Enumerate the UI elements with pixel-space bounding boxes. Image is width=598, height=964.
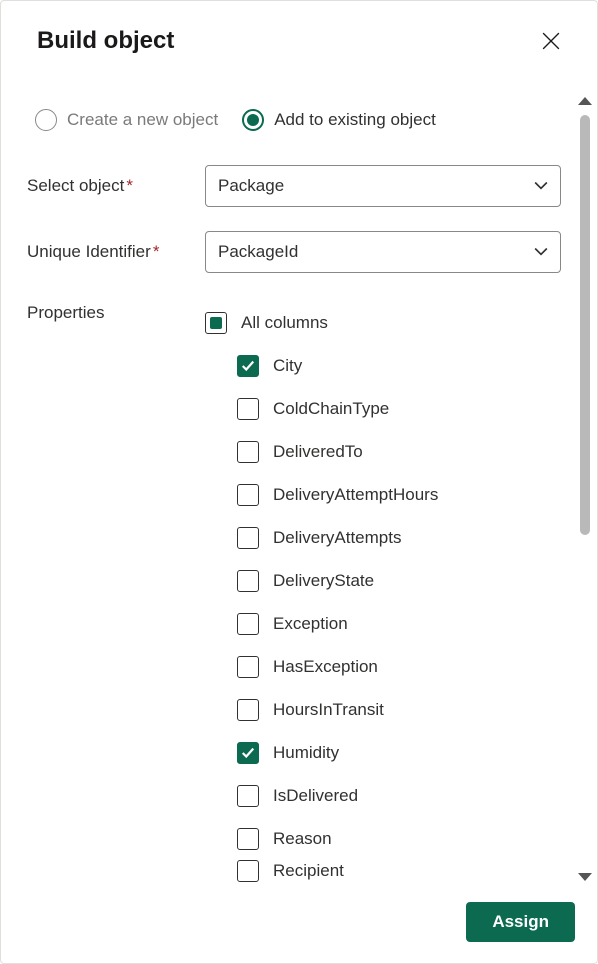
radio-label: Create a new object xyxy=(67,110,218,130)
checkbox-checked-icon xyxy=(237,742,259,764)
mode-radio-group: Create a new object Add to existing obje… xyxy=(35,109,577,131)
radio-add-existing[interactable]: Add to existing object xyxy=(242,109,436,131)
checkbox-unchecked-icon xyxy=(237,613,259,635)
checkbox-label: Humidity xyxy=(273,743,339,763)
checkbox-item[interactable]: Exception xyxy=(237,602,577,645)
select-value: Package xyxy=(218,176,284,196)
checkbox-item[interactable]: City xyxy=(237,344,577,387)
properties-label: Properties xyxy=(27,301,205,323)
checkbox-indeterminate-icon xyxy=(205,312,227,334)
panel-body: Create a new object Add to existing obje… xyxy=(1,89,597,881)
checkbox-unchecked-icon xyxy=(237,860,259,882)
checkbox-label: Exception xyxy=(273,614,348,634)
checkbox-unchecked-icon xyxy=(237,570,259,592)
checkbox-item[interactable]: DeliveryAttempts xyxy=(237,516,577,559)
panel-header: Build object xyxy=(1,1,597,67)
checkbox-unchecked-icon xyxy=(237,484,259,506)
radio-label: Add to existing object xyxy=(274,110,436,130)
radio-icon xyxy=(35,109,57,131)
scroll-down-icon[interactable] xyxy=(578,873,592,881)
checkbox-label: DeliveryState xyxy=(273,571,374,591)
checkbox-label: HoursInTransit xyxy=(273,700,384,720)
checkbox-unchecked-icon xyxy=(237,828,259,850)
select-object-field: Select object* Package xyxy=(27,165,577,207)
checkbox-label: All columns xyxy=(241,313,328,333)
checkbox-label: ColdChainType xyxy=(273,399,389,419)
checkbox-label: City xyxy=(273,356,302,376)
build-object-panel: Build object Create a new object Add to … xyxy=(0,0,598,964)
checkbox-item[interactable]: DeliveredTo xyxy=(237,430,577,473)
checkbox-item[interactable]: DeliveryState xyxy=(237,559,577,602)
checkbox-all-columns[interactable]: All columns xyxy=(205,301,577,344)
radio-icon xyxy=(242,109,264,131)
checkbox-unchecked-icon xyxy=(237,441,259,463)
radio-create-new[interactable]: Create a new object xyxy=(35,109,218,131)
checkbox-label: Reason xyxy=(273,829,332,849)
page-title: Build object xyxy=(37,27,174,55)
checkbox-item[interactable]: HoursInTransit xyxy=(237,688,577,731)
checkbox-unchecked-icon xyxy=(237,699,259,721)
field-label: Unique Identifier* xyxy=(27,242,205,262)
scrollbar[interactable] xyxy=(577,97,593,881)
checkbox-item[interactable]: DeliveryAttemptHours xyxy=(237,473,577,516)
checkbox-label: DeliveredTo xyxy=(273,442,363,462)
select-value: PackageId xyxy=(218,242,298,262)
scroll-thumb[interactable] xyxy=(580,115,590,535)
properties-section: Properties All columns City ColdChainType… xyxy=(27,301,577,882)
checkbox-unchecked-icon xyxy=(237,398,259,420)
panel-footer: Assign xyxy=(1,881,597,963)
checkbox-item[interactable]: HasException xyxy=(237,645,577,688)
field-label: Select object* xyxy=(27,176,205,196)
checkbox-item[interactable]: Recipient xyxy=(237,860,577,882)
chevron-down-icon xyxy=(534,179,548,193)
checkbox-label: Recipient xyxy=(273,861,344,881)
checkbox-label: DeliveryAttempts xyxy=(273,528,401,548)
checkbox-label: IsDelivered xyxy=(273,786,358,806)
checkbox-unchecked-icon xyxy=(237,527,259,549)
select-object-dropdown[interactable]: Package xyxy=(205,165,561,207)
checkbox-unchecked-icon xyxy=(237,656,259,678)
close-icon xyxy=(542,32,560,50)
checkbox-item[interactable]: IsDelivered xyxy=(237,774,577,817)
checkbox-unchecked-icon xyxy=(237,785,259,807)
checkbox-label: HasException xyxy=(273,657,378,677)
unique-identifier-field: Unique Identifier* PackageId xyxy=(27,231,577,273)
checkbox-item[interactable]: ColdChainType xyxy=(237,387,577,430)
required-asterisk: * xyxy=(126,176,133,195)
required-asterisk: * xyxy=(153,242,160,261)
properties-list: All columns City ColdChainType DeliveredTo… xyxy=(205,301,577,882)
checkbox-item[interactable]: Reason xyxy=(237,817,577,860)
chevron-down-icon xyxy=(534,245,548,259)
checkbox-label: DeliveryAttemptHours xyxy=(273,485,438,505)
unique-identifier-dropdown[interactable]: PackageId xyxy=(205,231,561,273)
close-button[interactable] xyxy=(535,25,567,57)
assign-button[interactable]: Assign xyxy=(466,902,575,942)
checkbox-item[interactable]: Humidity xyxy=(237,731,577,774)
scroll-up-icon[interactable] xyxy=(578,97,592,105)
checkbox-checked-icon xyxy=(237,355,259,377)
